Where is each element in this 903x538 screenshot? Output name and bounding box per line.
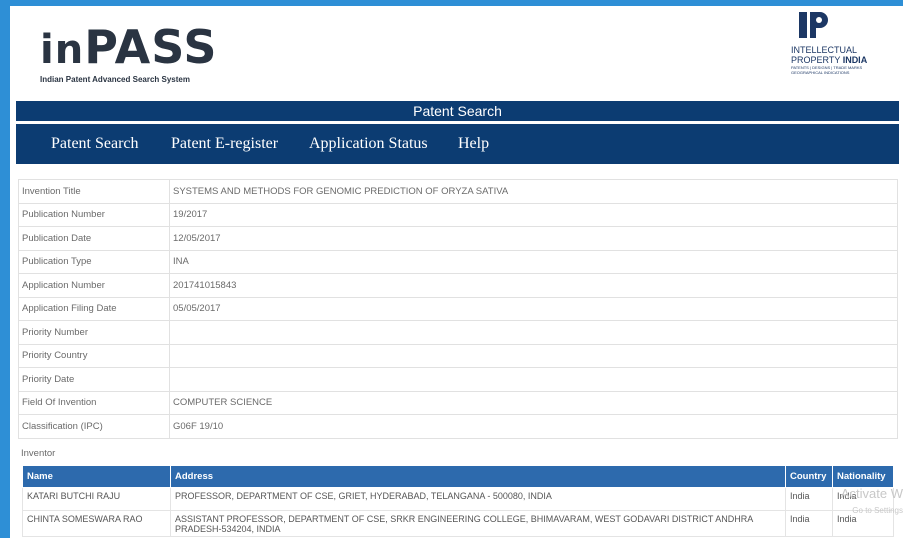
nav-help[interactable]: Help bbox=[458, 124, 489, 164]
ip-india-line4: GEOGRAPHICAL INDICATIONS bbox=[791, 70, 850, 75]
col-header-country[interactable]: Country bbox=[785, 465, 833, 488]
ip-india-emblem-icon bbox=[799, 12, 828, 38]
page-title: Patent Search bbox=[413, 103, 502, 119]
activate-windows-watermark: Activate W bbox=[840, 486, 903, 501]
nav-patent-search[interactable]: Patent Search bbox=[51, 124, 139, 164]
col-header-address[interactable]: Address bbox=[170, 465, 786, 488]
inventor-country: India bbox=[785, 510, 833, 537]
detail-label: Publication Date bbox=[18, 226, 170, 251]
col-header-nationality[interactable]: Nationality bbox=[832, 465, 894, 488]
detail-row: Publication Number 19/2017 bbox=[18, 202, 898, 227]
nav-application-status[interactable]: Application Status bbox=[309, 124, 428, 164]
detail-value: 201741015843 bbox=[169, 273, 898, 298]
ip-india-line1: INTELLECTUAL bbox=[791, 45, 858, 55]
inpass-subtitle: Indian Patent Advanced Search System bbox=[40, 75, 190, 84]
ip-india-line2b: INDIA bbox=[842, 55, 868, 65]
detail-row: Application Filing Date 05/05/2017 bbox=[18, 296, 898, 321]
detail-label: Application Filing Date bbox=[18, 296, 170, 321]
detail-row: Priority Country bbox=[18, 343, 898, 368]
page: inPASS Indian Patent Advanced Search Sys… bbox=[10, 6, 903, 538]
detail-row: Publication Date 12/05/2017 bbox=[18, 226, 898, 251]
detail-label: Priority Number bbox=[18, 320, 170, 345]
detail-value: 12/05/2017 bbox=[169, 226, 898, 251]
detail-row: Field Of Invention COMPUTER SCIENCE bbox=[18, 390, 898, 415]
detail-value: G06F 19/10 bbox=[169, 414, 898, 439]
inpass-logo[interactable]: inPASS Indian Patent Advanced Search Sys… bbox=[40, 24, 217, 84]
detail-label: Application Number bbox=[18, 273, 170, 298]
inventor-row: KATARI BUTCHI RAJU PROFESSOR, DEPARTMENT … bbox=[22, 487, 894, 511]
inventor-row: CHINTA SOMESWARA RAO ASSISTANT PROFESSOR,… bbox=[22, 510, 894, 537]
inventor-header-row: Name Address Country Nationality bbox=[22, 465, 894, 488]
detail-value bbox=[169, 320, 898, 345]
patent-details-table: Invention Title SYSTEMS AND METHODS FOR G… bbox=[18, 179, 898, 439]
detail-value bbox=[169, 343, 898, 368]
ip-india-logo[interactable]: INTELLECTUAL PROPERTY INDIA PATENTS | DE… bbox=[791, 10, 895, 75]
detail-row: Priority Date bbox=[18, 367, 898, 392]
detail-label: Field Of Invention bbox=[18, 390, 170, 415]
inventor-label: Inventor bbox=[21, 448, 56, 459]
detail-label: Publication Type bbox=[18, 249, 170, 274]
inpass-wordmark: inPASS bbox=[40, 24, 217, 73]
detail-value: SYSTEMS AND METHODS FOR GENOMIC PREDICTI… bbox=[169, 179, 898, 204]
detail-value: INA bbox=[169, 249, 898, 274]
detail-value: 05/05/2017 bbox=[169, 296, 898, 321]
detail-value bbox=[169, 367, 898, 392]
nav-bar: Patent Search Patent E-register Applicat… bbox=[16, 124, 899, 164]
header: inPASS Indian Patent Advanced Search Sys… bbox=[10, 6, 903, 98]
detail-row: Invention Title SYSTEMS AND METHODS FOR G… bbox=[18, 179, 898, 204]
inpass-wordmark-main: PASS bbox=[84, 20, 218, 74]
inventor-country: India bbox=[785, 487, 833, 511]
inventor-table: Name Address Country Nationality KATARI … bbox=[22, 465, 894, 537]
inventor-address: ASSISTANT PROFESSOR, DEPARTMENT OF CSE, … bbox=[170, 510, 786, 537]
detail-label: Publication Number bbox=[18, 202, 170, 227]
ip-india-line2: PROPERTY INDIA bbox=[791, 55, 895, 65]
detail-value: 19/2017 bbox=[169, 202, 898, 227]
inventor-name: CHINTA SOMESWARA RAO bbox=[22, 510, 171, 537]
detail-label: Priority Date bbox=[18, 367, 170, 392]
inventor-name: KATARI BUTCHI RAJU bbox=[22, 487, 171, 511]
detail-value: COMPUTER SCIENCE bbox=[169, 390, 898, 415]
ip-india-line2a: PROPERTY bbox=[791, 55, 843, 65]
col-header-name[interactable]: Name bbox=[22, 465, 171, 488]
inventor-address: PROFESSOR, DEPARTMENT OF CSE, GRIET, HYD… bbox=[170, 487, 786, 511]
detail-label: Classification (IPC) bbox=[18, 414, 170, 439]
detail-row: Classification (IPC) G06F 19/10 bbox=[18, 414, 898, 439]
detail-row: Priority Number bbox=[18, 320, 898, 345]
inpass-wordmark-prefix: in bbox=[40, 27, 85, 73]
page-title-bar: Patent Search bbox=[16, 101, 899, 121]
detail-label: Priority Country bbox=[18, 343, 170, 368]
nav-patent-e-register[interactable]: Patent E-register bbox=[171, 124, 278, 164]
detail-row: Application Number 201741015843 bbox=[18, 273, 898, 298]
detail-row: Publication Type INA bbox=[18, 249, 898, 274]
detail-label: Invention Title bbox=[18, 179, 170, 204]
activate-windows-subtext: Go to Settings bbox=[852, 506, 903, 515]
